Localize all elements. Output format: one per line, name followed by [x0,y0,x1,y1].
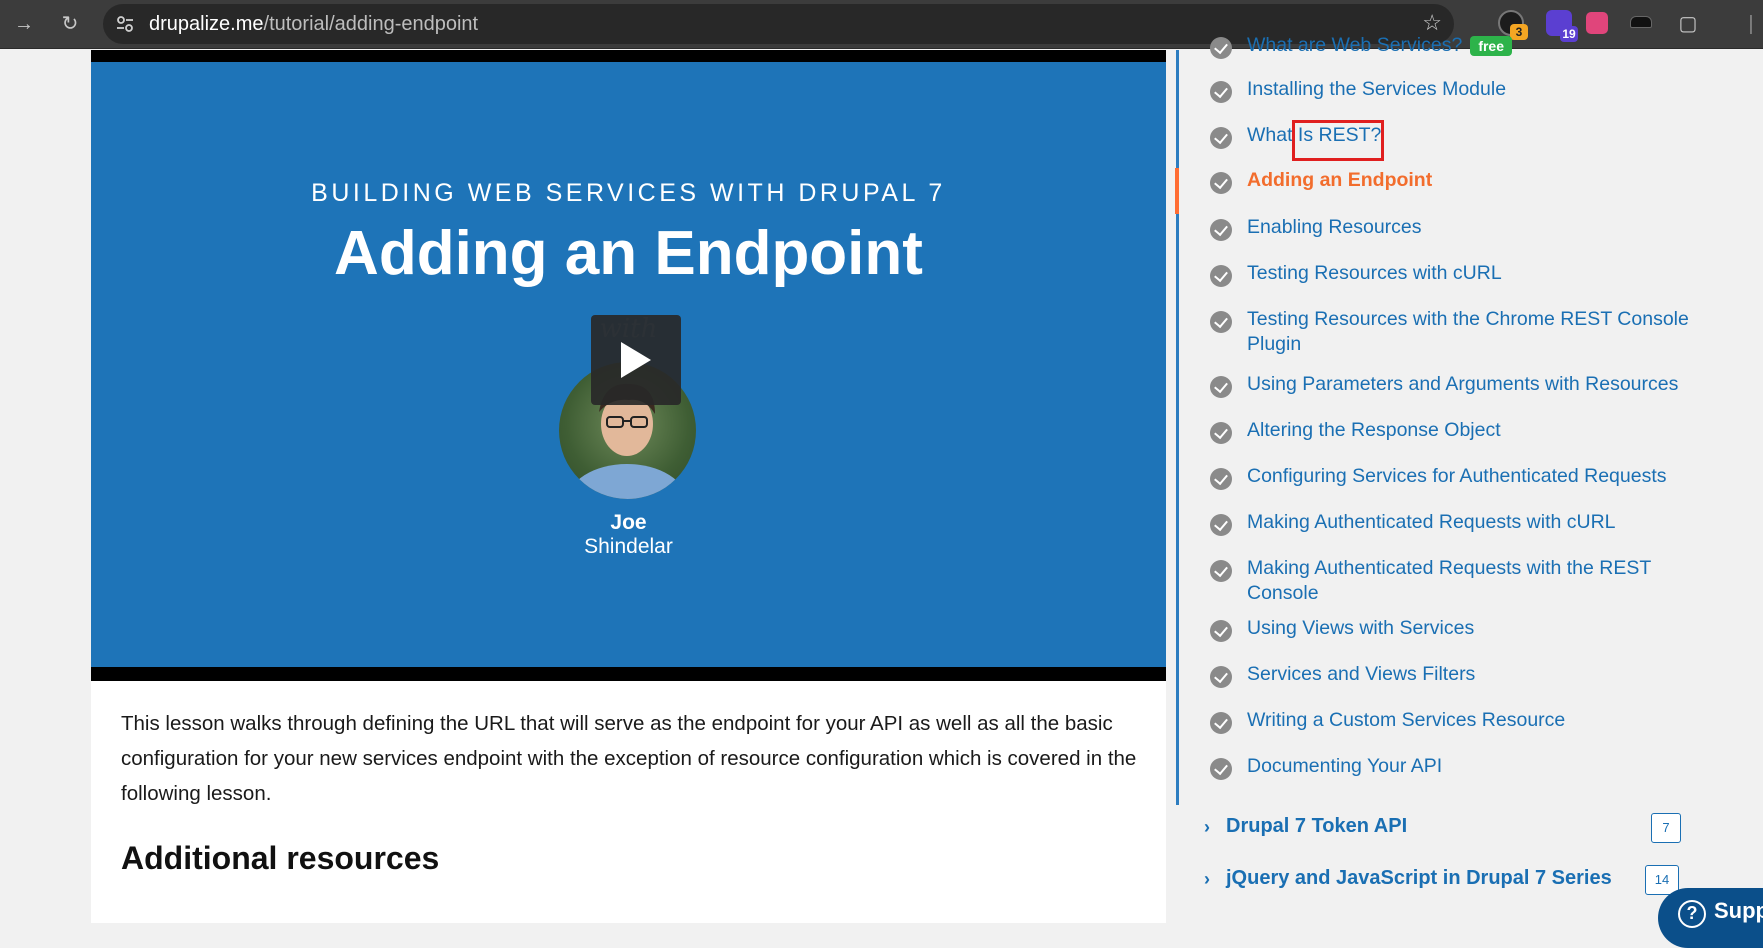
video-poster: BUILDING WEB SERVICES WITH DRUPAL 7 Addi… [91,62,1166,667]
hat-icon[interactable] [1630,16,1652,28]
series-title[interactable]: Drupal 7 Token API [1226,815,1407,838]
completed-check-icon [1210,37,1232,59]
lesson-link[interactable]: What are Web Services? free [1247,33,1717,58]
lesson-link[interactable]: Writing a Custom Services Resource [1247,708,1717,733]
series-sidebar: What are Web Services? free Installing th… [1166,34,1763,923]
free-badge: free [1470,35,1512,56]
site-settings-icon[interactable] [115,14,135,34]
lesson-description: This lesson walks through defining the U… [121,712,1137,805]
translate-icon[interactable] [1586,12,1608,34]
url-host: drupalize.me [149,13,264,35]
completed-check-icon [1210,127,1232,149]
video-player[interactable]: BUILDING WEB SERVICES WITH DRUPAL 7 Addi… [91,50,1166,681]
toolbar-divider: | [1748,13,1754,35]
lesson-link[interactable]: Documenting Your API [1247,754,1717,779]
completed-check-icon [1210,468,1232,490]
help-icon: ? [1678,900,1706,928]
lesson-link[interactable]: Testing Resources with cURL [1247,261,1717,286]
series-title[interactable]: jQuery and JavaScript in Drupal 7 Series [1226,867,1612,890]
completed-check-icon [1210,666,1232,688]
lesson-link[interactable]: Adding an Endpoint [1247,168,1717,193]
completed-check-icon [1210,376,1232,398]
completed-check-icon [1210,712,1232,734]
lesson-link[interactable]: Making Authenticated Requests with cURL [1247,510,1717,535]
lesson-link[interactable]: Making Authenticated Requests with the R… [1247,556,1717,606]
completed-check-icon [1210,311,1232,333]
lesson-link[interactable]: Installing the Services Module [1247,77,1717,102]
series-count-badge: 7 [1651,813,1681,843]
support-button[interactable]: ? Supp [1658,888,1763,948]
url-path: /tutorial/adding-endpoint [263,13,479,35]
page: BUILDING WEB SERVICES WITH DRUPAL 7 Addi… [0,34,1763,923]
forward-icon[interactable]: → [8,8,40,40]
series-item[interactable]: › Drupal 7 Token API 7 [1204,813,1724,847]
lesson-link[interactable]: Testing Resources with the Chrome REST C… [1247,307,1717,357]
video-title: Adding an Endpoint [334,219,923,288]
chevron-right-icon: › [1204,817,1210,837]
video-series-title: BUILDING WEB SERVICES WITH DRUPAL 7 [311,179,946,207]
additional-resources-heading: Additional resources [121,840,440,876]
lesson-link[interactable]: Enabling Resources [1247,215,1717,240]
presenter-first-name: Joe [610,511,647,534]
reload-icon[interactable]: ↻ [54,8,86,40]
completed-check-icon [1210,620,1232,642]
completed-check-icon [1210,514,1232,536]
support-label: Supp [1714,898,1763,923]
lesson-link[interactable]: What Is REST? [1247,123,1717,148]
lesson-link[interactable]: Configuring Services for Authenticated R… [1247,464,1717,489]
lesson-link[interactable]: Using Views with Services [1247,616,1717,641]
lesson-link[interactable]: Services and Views Filters [1247,662,1717,687]
completed-check-icon [1210,422,1232,444]
completed-check-icon [1210,81,1232,103]
play-button[interactable] [591,315,681,405]
lesson-rail [1176,50,1179,805]
completed-check-icon [1210,758,1232,780]
url-text[interactable]: drupalize.me/tutorial/adding-endpoint [149,4,478,44]
presenter-last-name: Shindelar [584,535,673,558]
chevron-right-icon: › [1204,869,1210,889]
lesson-link[interactable]: Altering the Response Object [1247,418,1717,443]
main-content: BUILDING WEB SERVICES WITH DRUPAL 7 Addi… [91,50,1166,923]
lesson-title: What are Web Services? [1247,34,1463,56]
active-lesson-marker [1175,168,1179,214]
completed-check-icon [1210,265,1232,287]
completed-check-icon [1210,172,1232,194]
completed-check-icon [1210,219,1232,241]
lesson-link[interactable]: Using Parameters and Arguments with Reso… [1247,372,1717,397]
series-item[interactable]: › jQuery and JavaScript in Drupal 7 Seri… [1204,865,1724,899]
completed-check-icon [1210,560,1232,582]
